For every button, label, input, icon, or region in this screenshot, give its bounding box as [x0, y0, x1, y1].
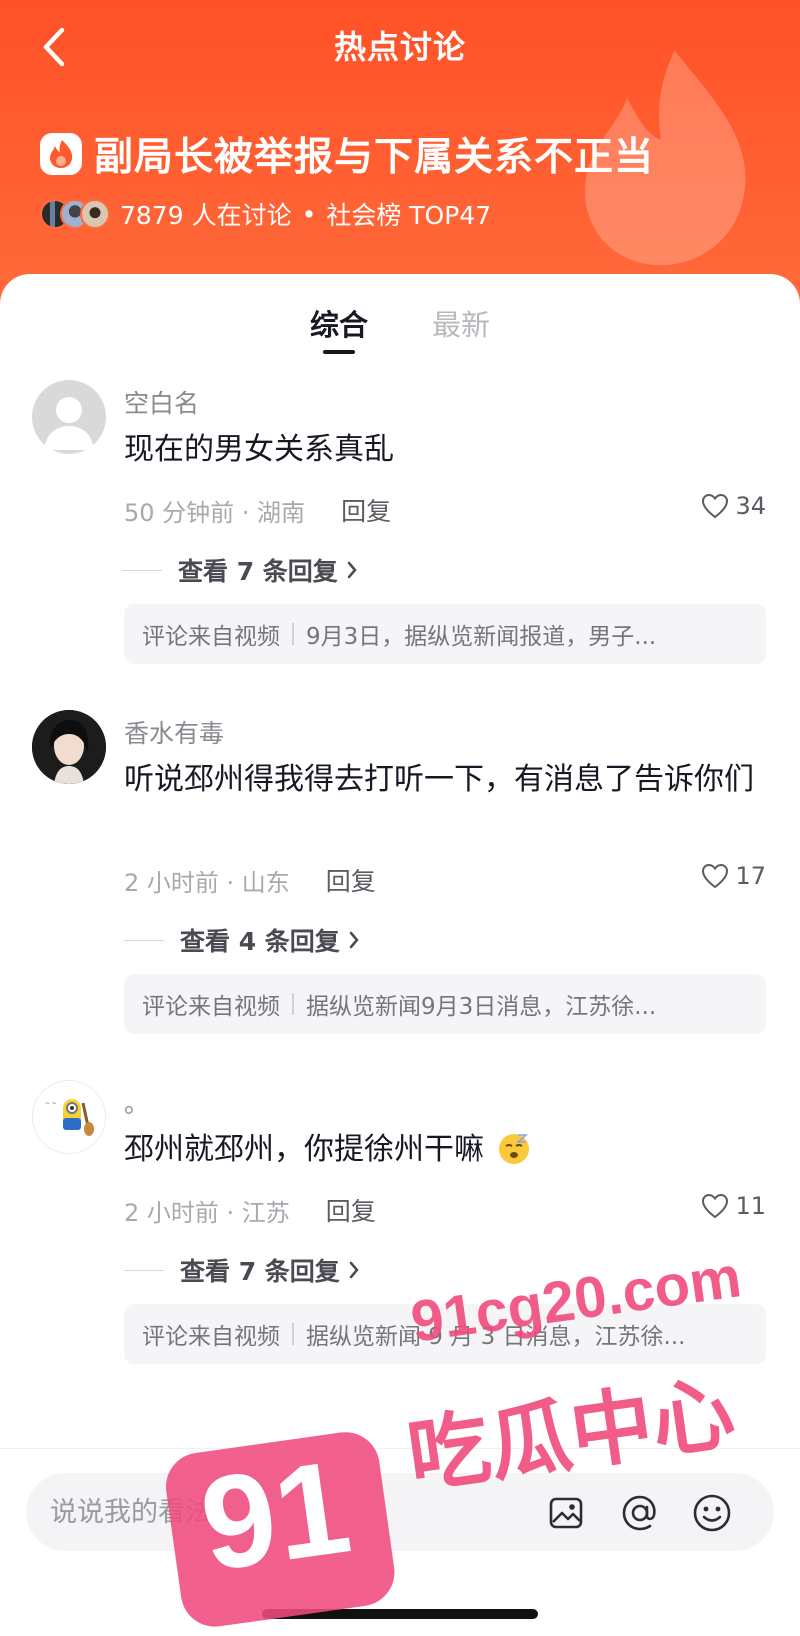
comment-author[interactable]: 香水有毒	[124, 714, 224, 750]
like-count: 17	[735, 862, 766, 890]
participant-avatars	[40, 199, 110, 229]
source-label: 评论来自视频	[142, 994, 280, 1020]
comment-text: 邳州就邳州，你提徐州干嘛	[124, 1132, 484, 1167]
tab-label: 最新	[432, 308, 491, 342]
sleepy-emoji-icon	[498, 1134, 529, 1164]
view-replies-button[interactable]: 查看 4 条回复	[124, 922, 360, 958]
chevron-right-icon	[347, 561, 357, 579]
divider-line	[124, 1269, 164, 1271]
heart-icon	[702, 493, 729, 519]
like-count: 34	[735, 492, 766, 520]
page-title: 热点讨论	[333, 28, 466, 66]
topic-row: 副局长被举报与下属关系不正当	[40, 126, 654, 182]
comment-sheet: 综合 最新 空白名 现在的男女关系真乱 50 分钟前 · 湖南 回复 34 查看…	[0, 274, 800, 1636]
comment-author[interactable]: 。	[124, 1084, 149, 1120]
view-replies-button[interactable]: 查看 7 条回复	[122, 552, 358, 588]
source-video-link[interactable]: 评论来自视频 据纵览新闻9月3日消息，江苏徐...	[124, 974, 766, 1034]
topic-title: 副局长被举报与下属关系不正当	[94, 135, 655, 180]
source-video-link[interactable]: 评论来自视频 据纵览新闻 9 月 3 日消息，江苏徐...	[124, 1304, 766, 1364]
discussing-count: 7879 人在讨论	[120, 201, 292, 230]
emoji-icon[interactable]	[690, 1491, 734, 1535]
heart-icon	[702, 1193, 729, 1219]
view-replies-button[interactable]: 查看 7 条回复	[124, 1252, 360, 1288]
like-button[interactable]: 17	[701, 862, 766, 890]
rank-badge[interactable]: 社会榜 TOP47	[326, 196, 491, 232]
comment-input-pill	[26, 1473, 774, 1551]
like-button[interactable]: 34	[701, 492, 766, 520]
view-replies-label: 查看 7 条回复	[178, 557, 338, 586]
reply-button[interactable]: 回复	[326, 862, 376, 898]
source-text: 据纵览新闻 9 月 3 日消息，江苏徐...	[306, 1324, 686, 1350]
tab-bar: 综合 最新	[0, 302, 800, 354]
comment-time-location: 2 小时前 · 山东	[124, 868, 290, 897]
heart-icon	[702, 863, 729, 889]
divider	[292, 1323, 294, 1345]
source-label: 评论来自视频	[142, 1324, 280, 1350]
divider-line	[124, 939, 164, 941]
meta-separator: •	[301, 199, 317, 229]
comment-meta: 50 分钟前 · 湖南 回复	[124, 492, 391, 528]
image-icon[interactable]	[544, 1491, 588, 1535]
comment-meta: 2 小时前 · 江苏 回复	[124, 1192, 376, 1228]
chevron-right-icon	[349, 1261, 359, 1279]
divider	[292, 993, 294, 1015]
svg-text:~ ~: ~ ~	[45, 1100, 57, 1107]
tab-overall[interactable]: 综合	[309, 302, 368, 354]
comment-text: 现在的男女关系真乱	[124, 432, 394, 467]
view-replies-label: 查看 7 条回复	[180, 1257, 340, 1286]
reply-button[interactable]: 回复	[326, 1192, 376, 1228]
minion-avatar-icon: ~ ~	[45, 1099, 94, 1136]
default-avatar-icon	[44, 397, 94, 450]
comment-meta: 2 小时前 · 山东 回复	[124, 862, 376, 898]
source-text: 9月3日，据纵览新闻报道，男子...	[306, 624, 657, 650]
view-replies-label: 查看 4 条回复	[180, 927, 340, 956]
like-count: 11	[735, 1192, 766, 1220]
divider-line	[122, 569, 162, 571]
tab-label: 综合	[309, 308, 368, 342]
like-button[interactable]: 11	[701, 1192, 766, 1220]
at-icon[interactable]	[618, 1491, 662, 1535]
comment-input-bar	[0, 1448, 800, 1636]
avatar	[80, 199, 110, 229]
comment-time-location: 2 小时前 · 江苏	[124, 1198, 290, 1227]
user-photo-icon	[32, 710, 106, 784]
home-indicator	[262, 1609, 538, 1619]
source-label: 评论来自视频	[142, 624, 280, 650]
flame-icon	[40, 133, 82, 175]
tab-latest[interactable]: 最新	[432, 302, 490, 344]
header: 热点讨论 副局长被举报与下属关系不正当 7879 人在讨论 • 社会榜 TOP4…	[0, 0, 800, 300]
tab-underline	[322, 350, 355, 354]
comment-author[interactable]: 空白名	[124, 384, 199, 420]
comment-text: 听说邳州得我得去打听一下，有消息了告诉你们	[124, 762, 754, 797]
comment-time-location: 50 分钟前 · 湖南	[124, 498, 306, 527]
divider	[292, 623, 294, 645]
comment-input[interactable]	[50, 1489, 490, 1535]
reply-button[interactable]: 回复	[341, 492, 391, 528]
avatar[interactable]	[32, 710, 106, 784]
comment-text-row: 邳州就邳州，你提徐州干嘛	[124, 1128, 764, 1172]
chevron-right-icon	[349, 931, 359, 949]
source-video-link[interactable]: 评论来自视频 9月3日，据纵览新闻报道，男子...	[124, 604, 766, 664]
avatar[interactable]	[32, 380, 106, 454]
topic-meta: 7879 人在讨论 • 社会榜 TOP47	[40, 196, 491, 232]
avatar[interactable]: ~ ~	[32, 1080, 106, 1154]
source-text: 据纵览新闻9月3日消息，江苏徐...	[306, 994, 657, 1020]
